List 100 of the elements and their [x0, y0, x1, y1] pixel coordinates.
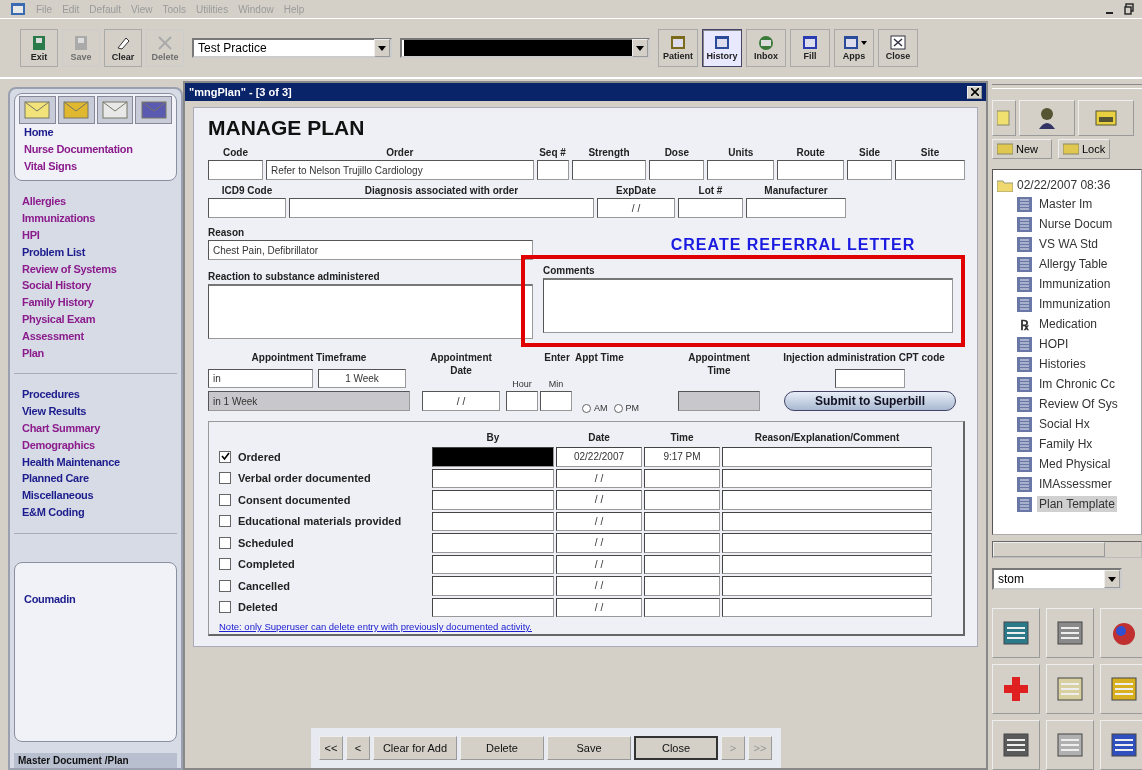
toolbar-button[interactable] — [1100, 608, 1142, 658]
input-field[interactable] — [895, 160, 965, 180]
input-field[interactable] — [432, 597, 554, 617]
nav-link[interactable]: Home — [24, 124, 172, 141]
patient-dropdown[interactable] — [400, 38, 650, 58]
input-field[interactable]: / / — [556, 533, 642, 553]
nav-button[interactable]: < — [346, 736, 370, 760]
nav-link[interactable]: Family History — [22, 294, 177, 311]
toolbar-button[interactable]: Apps — [834, 29, 874, 67]
nav-link[interactable]: Coumadin — [24, 590, 172, 608]
toolbar-button[interactable]: Close — [878, 29, 918, 67]
input-field[interactable] — [722, 468, 932, 488]
input-field[interactable] — [644, 597, 720, 617]
input-field[interactable] — [432, 468, 554, 488]
tree-item[interactable]: Im Chronic Cc — [1017, 374, 1141, 395]
checkbox[interactable]: Verbal order documented — [219, 467, 431, 489]
input-field[interactable] — [644, 576, 720, 596]
input-field[interactable]: / / — [556, 468, 642, 488]
input-field[interactable]: 1 Week — [318, 368, 406, 388]
input-field[interactable]: / / — [556, 597, 642, 617]
tree-item[interactable]: Med Physical — [1017, 454, 1141, 475]
input-field[interactable]: / / — [556, 576, 642, 596]
submit-button[interactable]: Submit to Superbill — [784, 391, 956, 411]
input-field[interactable] — [208, 198, 286, 218]
input-field[interactable]: / / — [556, 511, 642, 531]
nav-button[interactable]: Delete — [460, 736, 544, 760]
tree-item[interactable]: Nurse Docum — [1017, 214, 1141, 235]
radio-button[interactable]: PM — [613, 403, 639, 413]
toolbar-button[interactable]: Lock — [1058, 139, 1111, 160]
text-area[interactable] — [543, 278, 953, 333]
input-field[interactable] — [644, 533, 720, 553]
toolbar-button[interactable]: Patient — [658, 29, 698, 67]
input-field[interactable] — [777, 160, 845, 180]
text-area[interactable] — [208, 284, 533, 339]
input-field[interactable] — [644, 490, 720, 510]
toolbar-button[interactable] — [1019, 100, 1075, 137]
close-button[interactable] — [967, 85, 982, 99]
scrollbar[interactable] — [992, 540, 1142, 558]
input-field[interactable] — [208, 160, 263, 180]
toolbar-button[interactable] — [992, 720, 1040, 770]
input-field[interactable]: / / — [556, 490, 642, 510]
practice-dropdown[interactable]: Test Practice — [192, 38, 392, 58]
input-field[interactable]: in — [208, 368, 313, 388]
input-field[interactable] — [432, 533, 554, 553]
input-field[interactable]: / / — [597, 198, 675, 218]
input-field[interactable]: 02/22/2007 — [556, 447, 642, 467]
tree-item[interactable]: Allergy Table — [1017, 254, 1141, 275]
tree-item[interactable]: ℞ Medication — [1017, 314, 1141, 335]
tab-button[interactable] — [135, 96, 172, 124]
nav-link[interactable]: Health Maintenance — [22, 453, 177, 471]
nav-link[interactable]: Demographics — [22, 436, 177, 454]
nav-button[interactable]: << — [319, 736, 343, 760]
tab-button[interactable] — [19, 96, 56, 124]
nav-link[interactable]: Plan — [22, 344, 177, 362]
tree-item[interactable]: Family Hx — [1017, 434, 1141, 455]
input-field[interactable] — [649, 160, 705, 180]
input-field[interactable] — [540, 391, 572, 411]
input-field[interactable] — [432, 447, 554, 467]
nav-link[interactable]: View Results — [22, 403, 177, 420]
input-field[interactable] — [707, 160, 775, 180]
input-field[interactable]: Chest Pain, Defibrillator — [208, 240, 533, 260]
tab-button[interactable] — [57, 96, 95, 124]
input-field[interactable] — [432, 554, 554, 574]
input-field[interactable] — [722, 447, 932, 467]
nav-link[interactable]: Review of Systems — [22, 260, 177, 278]
nav-button[interactable]: Save — [547, 736, 631, 760]
tree-item[interactable]: Social Hx — [1017, 414, 1141, 435]
checkbox[interactable]: Consent documented — [219, 489, 431, 511]
toolbar-button[interactable]: New — [992, 139, 1052, 160]
radio-button[interactable]: AM — [582, 403, 608, 413]
toolbar-button[interactable]: Inbox — [746, 29, 786, 67]
input-field[interactable]: / / — [422, 391, 500, 411]
nav-link[interactable]: Allergies — [22, 193, 177, 211]
toolbar-button[interactable]: History — [702, 29, 742, 67]
tab-button[interactable] — [96, 96, 134, 124]
checkbox[interactable]: Cancelled — [219, 575, 431, 597]
nav-link[interactable]: Vital Signs — [24, 157, 172, 175]
checkbox[interactable]: Completed — [219, 553, 431, 575]
checkbox[interactable]: Ordered — [219, 446, 431, 468]
nav-link[interactable]: Immunizations — [22, 210, 177, 227]
tree-item[interactable]: Review Of Sys — [1017, 394, 1141, 415]
input-field[interactable] — [746, 198, 846, 218]
nav-link[interactable]: E&M Coding — [22, 503, 177, 521]
tree-item[interactable]: Immunization — [1017, 294, 1141, 315]
nav-link[interactable]: Physical Exam — [22, 310, 177, 328]
input-field[interactable] — [644, 468, 720, 488]
nav-link[interactable]: Procedures — [22, 386, 177, 404]
checkbox[interactable]: Educational materials provided — [219, 510, 431, 532]
tree-item[interactable]: IMAssessmer — [1017, 474, 1141, 495]
checkbox[interactable]: Deleted — [219, 596, 431, 618]
input-field[interactable] — [678, 198, 743, 218]
nav-link[interactable]: Social History — [22, 277, 177, 295]
nav-link[interactable]: Assessment — [22, 327, 177, 345]
input-field[interactable] — [506, 391, 538, 411]
checkbox[interactable]: Scheduled — [219, 532, 431, 554]
nav-link[interactable]: Planned Care — [22, 470, 177, 488]
input-field[interactable]: / / — [556, 554, 642, 574]
nav-button[interactable]: Close — [634, 736, 718, 760]
tree-item[interactable]: Histories — [1017, 354, 1141, 375]
toolbar-button[interactable] — [1046, 608, 1094, 658]
